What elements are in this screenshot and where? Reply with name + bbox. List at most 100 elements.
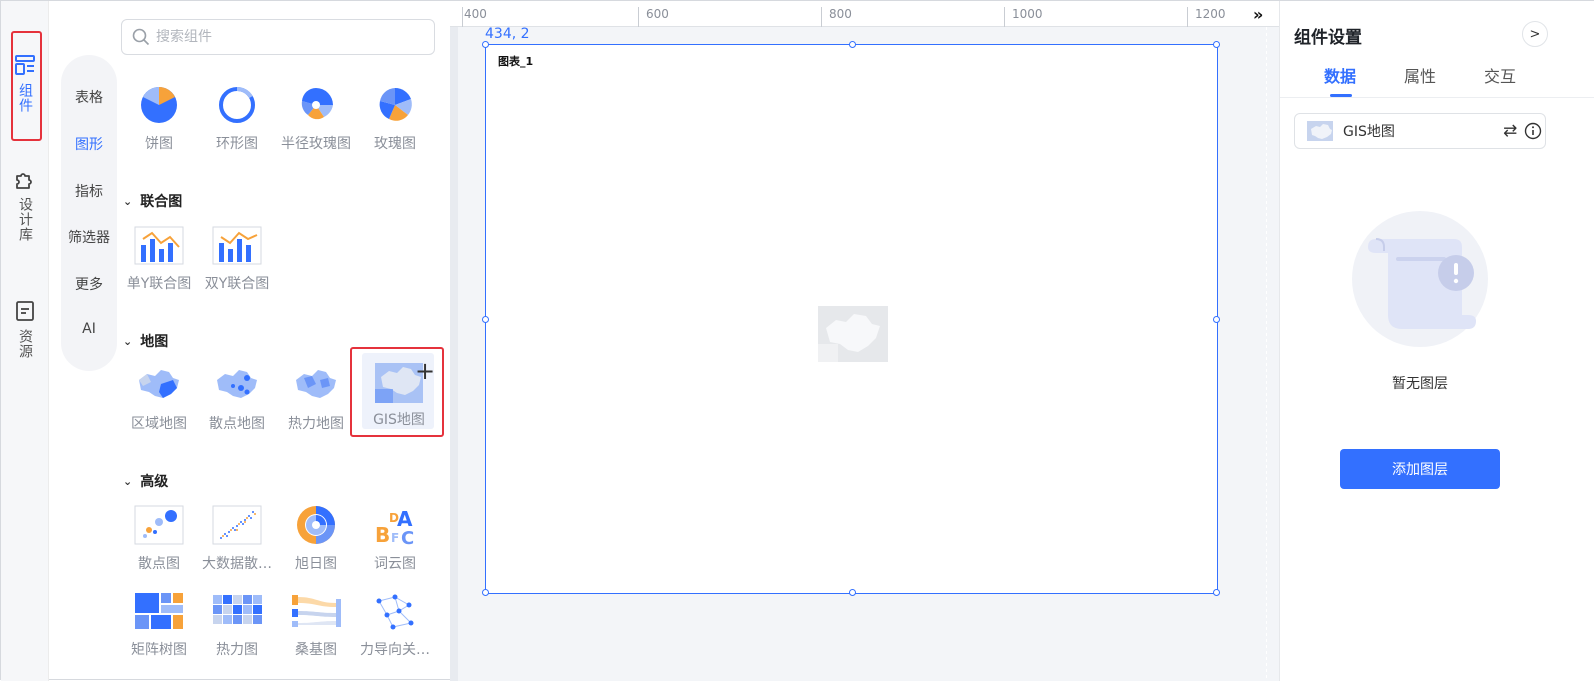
component-scatter[interactable]: 散点图	[119, 503, 199, 573]
heat-map-icon	[296, 370, 336, 398]
rail-label: 组件	[17, 83, 33, 113]
component-label: 散点地图	[209, 416, 265, 432]
gis-map-icon	[1307, 121, 1333, 141]
component-big-data-scatter[interactable]: 大数据散…	[197, 503, 277, 573]
component-label: 矩阵树图	[131, 642, 187, 658]
chevron-right-icon[interactable]: >	[1522, 21, 1548, 47]
chevron-down-icon: ⌄	[123, 334, 133, 348]
component-sankey[interactable]: 桑基图	[276, 589, 356, 659]
component-scatter-map[interactable]: 散点地图	[197, 363, 277, 433]
component-label: 玫瑰图	[374, 136, 416, 152]
resize-handle[interactable]	[482, 589, 489, 596]
scatter-chart-icon	[134, 505, 184, 545]
component-heatmap[interactable]: 热力图	[197, 589, 277, 659]
component-label: 大数据散…	[202, 556, 272, 572]
donut-chart-icon	[219, 86, 255, 123]
dual-y-combo-icon	[212, 226, 262, 265]
component-word-cloud[interactable]: B D A F C 词云图	[355, 503, 435, 573]
component-single-y-combo[interactable]: 单Y联合图	[119, 223, 199, 293]
rail-item-design-library[interactable]: 设计库	[5, 167, 45, 242]
ruler-tick-label: 400	[464, 7, 487, 21]
region-map-icon	[139, 370, 179, 398]
svg-text:B: B	[375, 523, 390, 546]
component-label: 饼图	[145, 136, 173, 152]
category-filter[interactable]: 筛选器	[61, 227, 117, 247]
component-radius-rose[interactable]: 半径玫瑰图	[276, 83, 356, 153]
double-chevron-right-icon[interactable]: »	[1253, 5, 1263, 24]
section-combo-title[interactable]: ⌄ 联合图	[123, 191, 182, 211]
left-ruler	[450, 27, 458, 681]
force-graph-icon	[376, 594, 414, 630]
coordinates-readout: 434, 2	[485, 26, 530, 42]
rail-item-components[interactable]: 组件	[5, 53, 45, 113]
rose-chart-icon	[379, 87, 412, 121]
category-graph[interactable]: 图形	[61, 134, 117, 154]
heatmap-chart-icon	[213, 595, 262, 624]
resize-handle[interactable]	[482, 41, 489, 48]
treemap-chart-icon	[135, 593, 183, 629]
rail-label: 设计库	[17, 197, 33, 242]
sankey-chart-icon	[292, 595, 341, 627]
component-sunburst[interactable]: 旭日图	[276, 503, 356, 573]
component-treemap[interactable]: 矩阵树图	[119, 589, 199, 659]
top-ruler: 400 600 800 1000 1200	[450, 1, 1279, 27]
category-table[interactable]: 表格	[61, 87, 117, 107]
component-rose[interactable]: 玫瑰图	[355, 83, 435, 153]
component-label: GIS地图	[373, 412, 425, 428]
resize-handle[interactable]	[849, 41, 856, 48]
info-icon[interactable]	[1524, 122, 1542, 140]
component-dual-y-combo[interactable]: 双Y联合图	[197, 223, 277, 293]
empty-illustration	[1352, 211, 1488, 347]
component-label: 桑基图	[295, 642, 337, 658]
panel-title: 组件设置	[1294, 28, 1362, 48]
map-placeholder-icon	[818, 306, 888, 362]
rail-item-resources[interactable]: 资源	[5, 299, 45, 359]
radius-rose-chart-icon	[301, 87, 333, 120]
resize-handle[interactable]	[849, 589, 856, 596]
component-pie[interactable]: 饼图	[119, 83, 199, 153]
component-donut[interactable]: 环形图	[197, 83, 277, 153]
add-plus-icon[interactable]: +	[415, 359, 435, 383]
sunburst-chart-icon	[297, 506, 335, 544]
tab-interaction[interactable]: 交互	[1484, 63, 1516, 87]
add-layer-button[interactable]: 添加图层	[1340, 449, 1500, 489]
tab-data[interactable]: 数据	[1324, 63, 1356, 87]
section-map-title[interactable]: ⌄ 地图	[123, 331, 168, 351]
component-label: 力导向关…	[360, 642, 430, 658]
empty-document-icon	[1368, 238, 1476, 329]
component-label: 区域地图	[131, 416, 187, 432]
resource-doc-icon	[16, 301, 34, 321]
resize-handle[interactable]	[1213, 41, 1220, 48]
layer-select[interactable]: GIS地图 ⇄	[1294, 113, 1546, 149]
tab-properties[interactable]: 属性	[1404, 63, 1436, 87]
layer-select-value: GIS地图	[1343, 124, 1395, 140]
component-label: 散点图	[138, 556, 180, 572]
component-label: 词云图	[374, 556, 416, 572]
ruler-tick-label: 1000	[1012, 7, 1043, 21]
big-data-scatter-icon	[212, 505, 262, 545]
component-force-graph[interactable]: 力导向关…	[355, 589, 435, 659]
component-heat-map[interactable]: 热力地图	[276, 363, 356, 433]
search-icon	[132, 28, 150, 46]
ruler-tick-label: 600	[646, 7, 669, 21]
search-box[interactable]	[121, 19, 435, 55]
resize-handle[interactable]	[1213, 316, 1220, 323]
component-label: 环形图	[216, 136, 258, 152]
word-cloud-icon: B D A F C	[375, 507, 414, 546]
section-advanced-title[interactable]: ⌄ 高级	[123, 471, 168, 491]
scatter-map-icon	[217, 370, 257, 398]
category-ai[interactable]: AI	[61, 321, 117, 337]
chevron-down-icon: ⌄	[123, 474, 133, 488]
chart-component[interactable]: 图表_1	[482, 41, 1220, 596]
single-y-combo-icon	[134, 226, 184, 265]
category-indicator[interactable]: 指标	[61, 181, 117, 201]
search-input[interactable]	[156, 29, 416, 45]
resize-handle[interactable]	[482, 316, 489, 323]
ruler-tick-label: 1200	[1195, 7, 1226, 21]
chevron-down-icon: ⌄	[123, 194, 133, 208]
swap-icon[interactable]: ⇄	[1503, 121, 1517, 141]
category-more[interactable]: 更多	[61, 274, 117, 294]
component-region-map[interactable]: 区域地图	[119, 363, 199, 433]
components-icon	[15, 55, 35, 75]
resize-handle[interactable]	[1213, 589, 1220, 596]
